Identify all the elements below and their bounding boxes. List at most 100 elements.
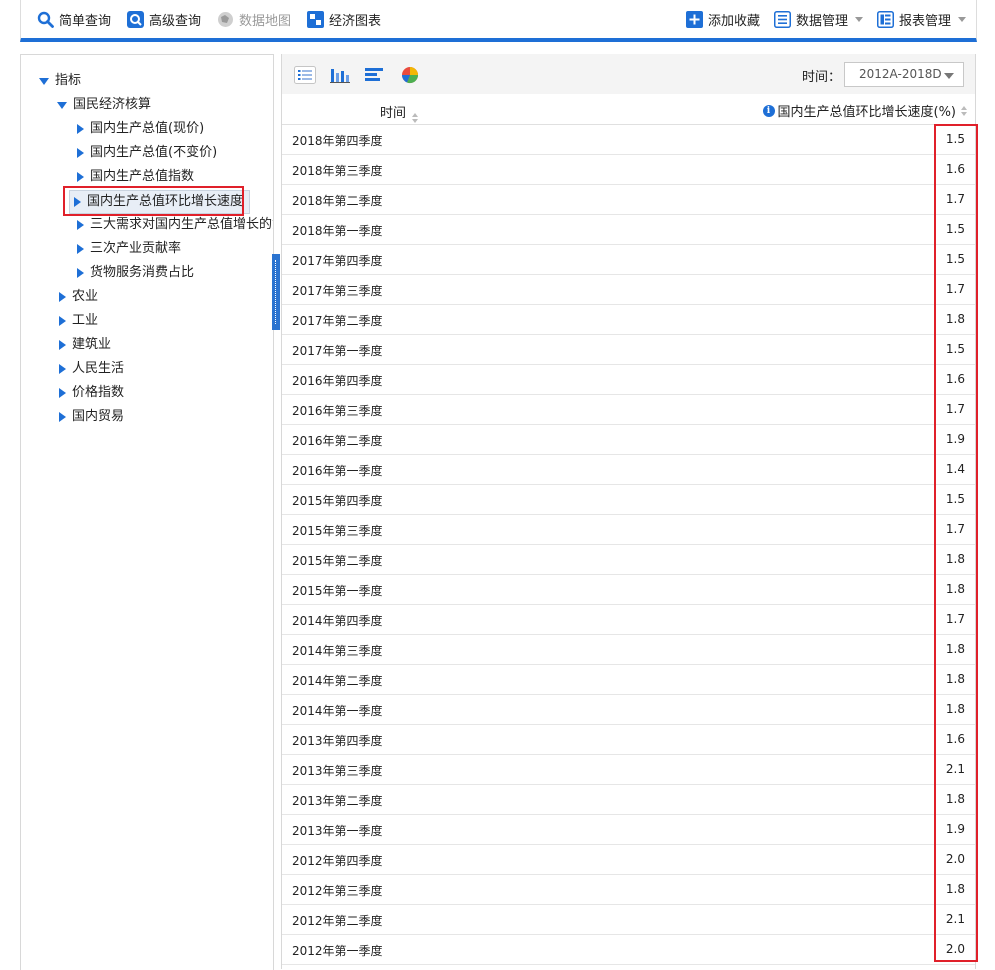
table-row: 2018年第二季度 1.7 — [282, 185, 975, 215]
row-time-cell: 2017年第一季度 — [292, 344, 383, 358]
collapsed-arrow-icon — [59, 316, 66, 326]
row-value-cell: 1.5 — [945, 492, 965, 506]
tree-leaf[interactable]: 国内生产总值(现价) — [77, 119, 204, 139]
row-value-cell: 1.4 — [945, 462, 965, 476]
row-value-cell: 1.7 — [945, 522, 965, 536]
tree-node-label: 国内贸易 — [72, 409, 125, 424]
table-row: 2015年第三季度 1.7 — [282, 515, 975, 545]
row-value-cell: 1.9 — [945, 432, 965, 446]
tree-node-label: 农业 — [72, 289, 99, 304]
data-manage-button[interactable]: 数据管理 — [773, 10, 863, 29]
row-value-cell: 1.8 — [945, 882, 965, 896]
horizontal-bar-icon[interactable] — [364, 66, 386, 84]
row-value-cell: 1.5 — [945, 222, 965, 236]
simple-query-button[interactable]: 简单查询 — [37, 10, 111, 29]
table-row: 2013年第二季度 1.8 — [282, 785, 975, 815]
time-range-select[interactable]: 2012A-2018D — [844, 62, 964, 87]
advanced-search-icon — [127, 11, 145, 28]
tree-node-label: 价格指数 — [72, 385, 125, 400]
tree-leaf-label: 国内生产总值(现价) — [90, 121, 205, 136]
row-value-cell: 1.8 — [945, 792, 965, 806]
table-row: 2016年第二季度 1.9 — [282, 425, 975, 455]
tree-leaf[interactable]: 国内生产总值指数 — [77, 167, 194, 187]
row-time-cell: 2013年第四季度 — [292, 734, 383, 748]
collapsed-arrow-icon — [77, 172, 84, 182]
tree-leaf-label: 国内生产总值(不变价) — [90, 145, 218, 160]
economic-chart-button[interactable]: 经济图表 — [307, 10, 381, 29]
table-view-icon[interactable] — [294, 66, 316, 84]
row-value-cell: 2.0 — [945, 852, 965, 866]
info-icon[interactable]: i — [762, 104, 775, 117]
time-column-header[interactable]: 时间 — [380, 102, 419, 123]
row-time-cell: 2016年第四季度 — [292, 374, 383, 388]
chevron-down-icon — [958, 17, 966, 22]
tree-node-root[interactable]: 指标 — [39, 71, 81, 91]
advanced-query-label: 高级查询 — [149, 14, 202, 29]
sort-icon — [412, 113, 419, 123]
tree-node-label: 指标 — [55, 73, 82, 88]
row-value-cell: 1.7 — [945, 612, 965, 626]
tree-node-agriculture[interactable]: 农业 — [59, 287, 98, 307]
row-time-cell: 2012年第四季度 — [292, 854, 383, 868]
collapsed-arrow-icon — [59, 292, 66, 302]
table-row: 2016年第四季度 1.6 — [282, 365, 975, 395]
tree-leaf[interactable]: 三大需求对国内生产总值增长的贡献 — [77, 215, 273, 235]
tree-node-industry[interactable]: 工业 — [59, 311, 98, 331]
tree-node-living[interactable]: 人民生活 — [59, 359, 124, 379]
tree-leaf-label: 三次产业贡献率 — [90, 241, 182, 256]
row-value-cell: 2.0 — [945, 942, 965, 956]
tree-node-domestic-trade[interactable]: 国内贸易 — [59, 407, 124, 427]
tree-node-construction[interactable]: 建筑业 — [59, 335, 111, 355]
row-time-cell: 2018年第一季度 — [292, 224, 383, 238]
chevron-down-icon — [854, 17, 863, 22]
tree-leaf[interactable]: 货物服务消费占比 — [77, 263, 194, 283]
data-map-button[interactable]: 数据地图 — [217, 10, 291, 29]
chevron-down-icon — [944, 73, 954, 79]
report-manage-label: 报表管理 — [898, 14, 951, 29]
row-value-cell: 1.8 — [945, 642, 965, 656]
tree-node-national-accounts[interactable]: 国民经济核算 — [57, 95, 151, 115]
row-time-cell: 2017年第四季度 — [292, 254, 383, 268]
data-map-label: 数据地图 — [239, 14, 292, 29]
row-time-cell: 2016年第一季度 — [292, 464, 383, 478]
tree-node-label: 建筑业 — [72, 337, 112, 352]
table-row: 2016年第三季度 1.7 — [282, 395, 975, 425]
row-value-cell: 1.9 — [945, 822, 965, 836]
tree-leaf-label: 货物服务消费占比 — [90, 265, 195, 280]
row-time-cell: 2014年第三季度 — [292, 644, 383, 658]
report-manage-button[interactable]: 报表管理 — [876, 10, 966, 29]
value-column-label: 国内生产总值环比增长速度(%) — [777, 105, 957, 120]
time-range-value: 2012A-2018D — [859, 67, 942, 81]
table-row: 2012年第一季度 2.0 — [282, 935, 975, 965]
time-filter-label: 时间： — [802, 70, 842, 85]
tree-leaf[interactable]: 国内生产总值(不变价) — [77, 143, 217, 163]
collapsed-arrow-icon — [77, 220, 84, 230]
indicator-tree-panel: 指标 国民经济核算 国内生产总值(现价) 国内生产总值(不变价) 国内生产总值指… — [20, 54, 274, 970]
tree-node-price-index[interactable]: 价格指数 — [59, 383, 124, 403]
panel-splitter-handle[interactable] — [272, 254, 280, 330]
row-value-cell: 1.8 — [945, 552, 965, 566]
table-row: 2014年第三季度 1.8 — [282, 635, 975, 665]
search-icon — [37, 11, 54, 28]
tree-node-label: 人民生活 — [72, 361, 125, 376]
bar-chart-icon[interactable] — [329, 66, 351, 84]
sort-icon — [961, 105, 967, 116]
row-time-cell: 2014年第四季度 — [292, 614, 383, 628]
table-row: 2015年第二季度 1.8 — [282, 545, 975, 575]
add-favorite-button[interactable]: 添加收藏 — [685, 10, 760, 29]
tree-leaf-selected[interactable]: 国内生产总值环比增长速度 — [69, 190, 251, 214]
tree-leaf[interactable]: 三次产业贡献率 — [77, 239, 181, 259]
collapsed-arrow-icon — [59, 364, 66, 374]
collapsed-arrow-icon — [59, 340, 66, 350]
value-column-header[interactable]: i 国内生产总值环比增长速度(%) — [762, 101, 967, 120]
chart-grid-icon — [307, 11, 325, 28]
row-time-cell: 2015年第四季度 — [292, 494, 383, 508]
row-value-cell: 1.8 — [945, 312, 965, 326]
pie-chart-icon[interactable] — [399, 66, 421, 84]
row-time-cell: 2018年第四季度 — [292, 134, 383, 148]
table-row: 2013年第四季度 1.6 — [282, 725, 975, 755]
row-time-cell: 2012年第三季度 — [292, 884, 383, 898]
table-row: 2018年第三季度 1.6 — [282, 155, 975, 185]
table-row: 2012年第三季度 1.8 — [282, 875, 975, 905]
advanced-query-button[interactable]: 高级查询 — [127, 10, 201, 29]
